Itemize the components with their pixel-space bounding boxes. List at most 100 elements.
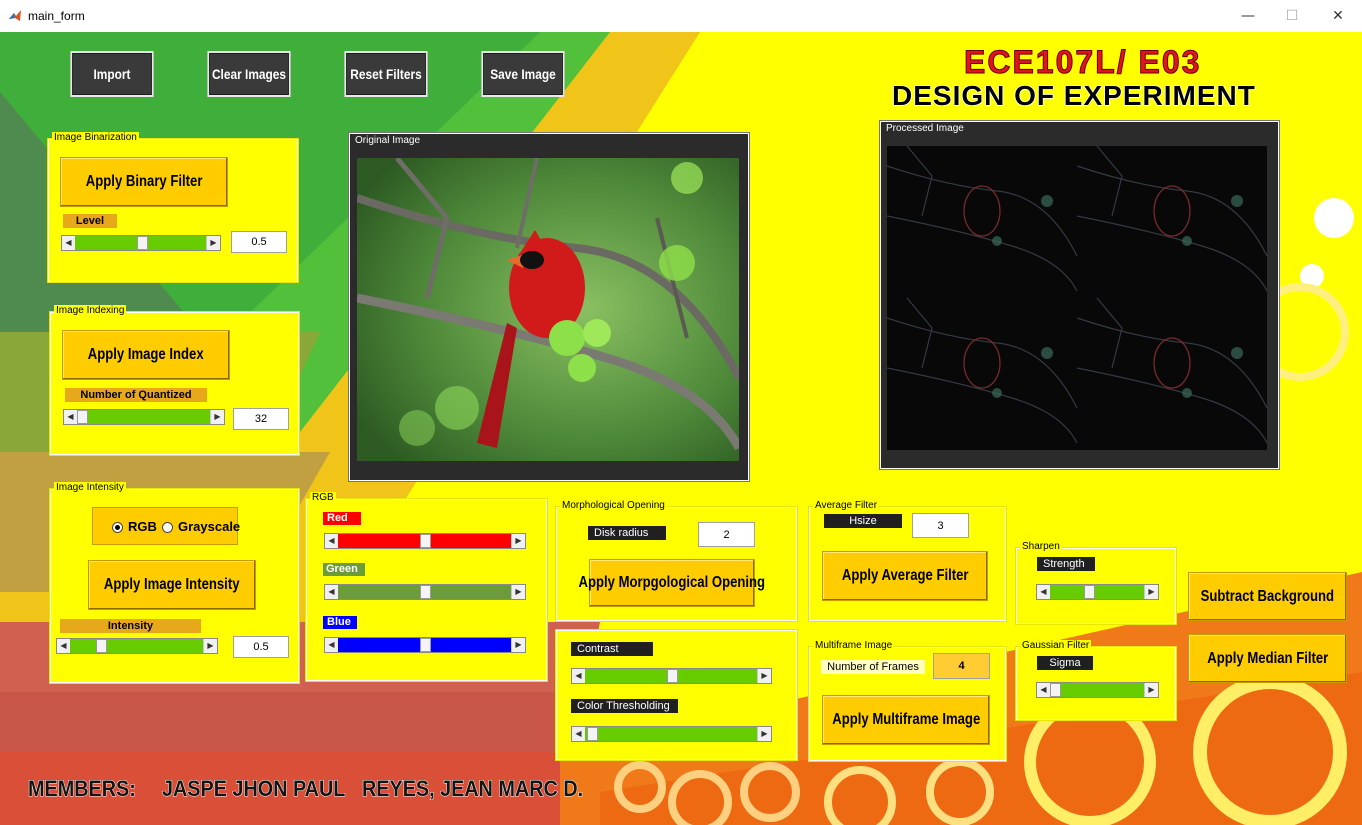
slider-track[interactable] [77, 410, 211, 424]
design-of-experiment-title: DESIGN OF EXPERIMENT [891, 79, 1256, 112]
import-button[interactable]: Import [70, 51, 154, 97]
strength-slider[interactable]: ◀ ▶ [1036, 584, 1159, 600]
slider-track[interactable] [70, 639, 204, 653]
slider-track[interactable] [338, 585, 512, 599]
slider-left-arrow-icon[interactable]: ◀ [64, 410, 78, 424]
save-image-button[interactable]: Save Image [481, 51, 565, 97]
member-1-name: JASPE JHON PAUL [162, 776, 346, 802]
slider-thumb[interactable] [96, 639, 107, 653]
slider-left-arrow-icon[interactable]: ◀ [1037, 683, 1051, 697]
disk-radius-field[interactable]: 2 [698, 522, 755, 547]
slider-right-arrow-icon[interactable]: ▶ [511, 534, 525, 548]
figure-canvas: Import Clear Images Reset Filters Save I… [0, 32, 1362, 825]
rgb-radio-label[interactable]: RGB [128, 519, 157, 534]
matlab-icon [9, 10, 21, 21]
close-icon[interactable]: ✕ [1326, 6, 1350, 26]
apply-image-index-button[interactable]: Apply Image Index [62, 330, 230, 380]
slider-thumb[interactable] [77, 410, 88, 424]
grayscale-radio[interactable] [162, 522, 173, 533]
slider-left-arrow-icon[interactable]: ◀ [57, 639, 71, 653]
original-image [357, 158, 739, 461]
green-slider[interactable]: ◀ ▶ [324, 584, 526, 600]
apply-image-intensity-button[interactable]: Apply Image Intensity [88, 560, 256, 610]
clear-images-button[interactable]: Clear Images [207, 51, 291, 97]
strength-label: Strength [1037, 557, 1095, 571]
slider-right-arrow-icon[interactable]: ▶ [511, 585, 525, 599]
color-threshold-slider[interactable]: ◀ ▶ [571, 726, 772, 742]
intensity-slider[interactable]: ◀ ▶ [56, 638, 218, 654]
binarization-title: Image Binarization [52, 132, 139, 143]
slider-thumb[interactable] [667, 669, 678, 683]
quantized-slider[interactable]: ◀ ▶ [63, 409, 225, 425]
multiframe-panel: Multiframe Image Number of Frames 4 Appl… [808, 640, 1007, 762]
apply-average-filter-label: Apply Average Filter [841, 567, 969, 584]
morph-title: Morphological Opening [560, 500, 667, 511]
hsize-label: Hsize [824, 514, 902, 528]
slider-left-arrow-icon[interactable]: ◀ [325, 638, 339, 652]
apply-binary-filter-button[interactable]: Apply Binary Filter [60, 157, 228, 207]
intensity-label: Intensity [60, 619, 201, 633]
sharpen-panel: Sharpen Strength ◀ ▶ [1015, 541, 1177, 625]
slider-track[interactable] [1050, 585, 1145, 599]
slider-left-arrow-icon[interactable]: ◀ [325, 585, 339, 599]
hsize-field[interactable]: 3 [912, 513, 969, 538]
grayscale-radio-label[interactable]: Grayscale [178, 519, 240, 534]
red-slider[interactable]: ◀ ▶ [324, 533, 526, 549]
reset-filters-button[interactable]: Reset Filters [344, 51, 428, 97]
slider-right-arrow-icon[interactable]: ▶ [206, 236, 220, 250]
maximize-icon[interactable]: ☐ [1280, 6, 1304, 26]
slider-track[interactable] [585, 727, 758, 741]
slider-track[interactable] [75, 236, 207, 250]
slider-track[interactable] [1050, 683, 1145, 697]
slider-track[interactable] [585, 669, 758, 683]
slider-thumb[interactable] [420, 638, 431, 652]
slider-thumb[interactable] [1084, 585, 1095, 599]
gaussian-panel: Gaussian Filter Sigma ◀ ▶ [1015, 640, 1177, 721]
apply-average-filter-button[interactable]: Apply Average Filter [822, 551, 988, 601]
color-threshold-label: Color Thresholding [571, 699, 678, 713]
slider-right-arrow-icon[interactable]: ▶ [1144, 683, 1158, 697]
slider-left-arrow-icon[interactable]: ◀ [1037, 585, 1051, 599]
apply-multiframe-button[interactable]: Apply Multiframe Image [822, 695, 990, 745]
slider-left-arrow-icon[interactable]: ◀ [325, 534, 339, 548]
frames-label: Number of Frames [821, 660, 925, 674]
rgb-title: RGB [310, 492, 336, 503]
slider-right-arrow-icon[interactable]: ▶ [757, 727, 771, 741]
slider-right-arrow-icon[interactable]: ▶ [210, 410, 224, 424]
original-image-title: Original Image [353, 135, 423, 146]
slider-right-arrow-icon[interactable]: ▶ [1144, 585, 1158, 599]
slider-right-arrow-icon[interactable]: ▶ [203, 639, 217, 653]
intensity-panel: Image Intensity RGB Grayscale Apply Imag… [49, 482, 300, 684]
rgb-radio[interactable] [112, 522, 123, 533]
sigma-slider[interactable]: ◀ ▶ [1036, 682, 1159, 698]
contrast-label: Contrast [571, 642, 653, 656]
slider-thumb[interactable] [137, 236, 148, 250]
slider-left-arrow-icon[interactable]: ◀ [572, 727, 586, 741]
apply-median-filter-button[interactable]: Apply Median Filter [1188, 634, 1347, 683]
slider-thumb[interactable] [587, 727, 598, 741]
slider-track[interactable] [338, 534, 512, 548]
intensity-mode-group: RGB Grayscale [92, 507, 240, 545]
slider-left-arrow-icon[interactable]: ◀ [62, 236, 76, 250]
blue-slider[interactable]: ◀ ▶ [324, 637, 526, 653]
slider-right-arrow-icon[interactable]: ▶ [511, 638, 525, 652]
slider-left-arrow-icon[interactable]: ◀ [572, 669, 586, 683]
apply-morph-opening-button[interactable]: Apply Morpgological Opening [579, 559, 765, 607]
subtract-background-button[interactable]: Subtract Background [1188, 572, 1347, 621]
slider-thumb[interactable] [1050, 683, 1061, 697]
contrast-slider[interactable]: ◀ ▶ [571, 668, 772, 684]
window-title: main_form [28, 9, 85, 23]
slider-right-arrow-icon[interactable]: ▶ [757, 669, 771, 683]
intensity-value-field[interactable]: 0.5 [233, 636, 289, 658]
slider-thumb[interactable] [420, 534, 431, 548]
processed-image [887, 146, 1267, 450]
level-slider[interactable]: ◀ ▶ [61, 235, 221, 251]
quantized-value-field[interactable]: 32 [233, 408, 289, 430]
minimize-icon[interactable]: — [1236, 6, 1260, 26]
slider-track[interactable] [338, 638, 512, 652]
frames-field[interactable]: 4 [933, 653, 990, 679]
members-label: MEMBERS: [28, 776, 137, 802]
course-title: ECE107L/ E03 [963, 44, 1202, 81]
level-value-field[interactable]: 0.5 [231, 231, 287, 253]
slider-thumb[interactable] [420, 585, 431, 599]
